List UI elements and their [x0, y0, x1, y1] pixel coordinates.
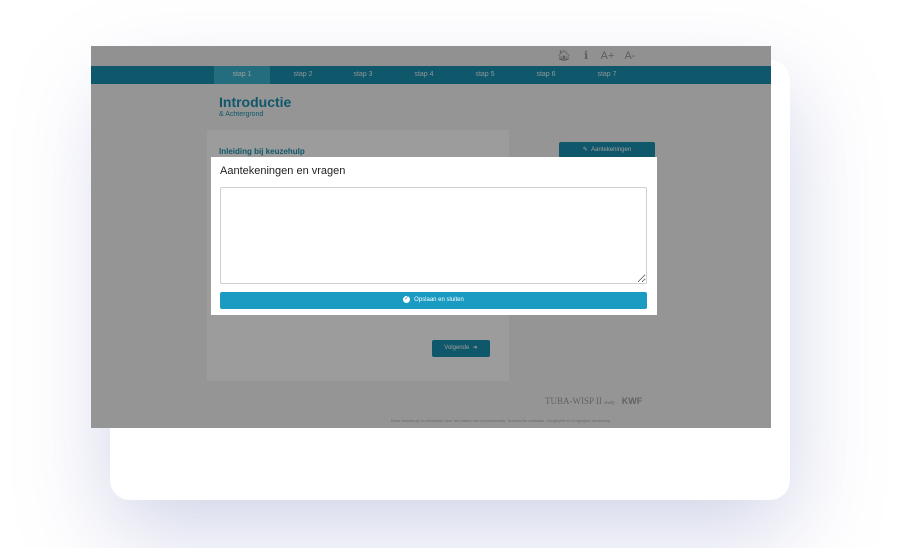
- modal-title: Aantekeningen en vragen: [220, 165, 346, 177]
- check-circle-icon: ✓: [403, 295, 411, 303]
- notes-modal: Aantekeningen en vragen ✓ Opslaan en slui…: [211, 157, 657, 315]
- save-and-close-button[interactable]: ✓ Opslaan en sluiten: [220, 292, 647, 309]
- save-button-label: Opslaan en sluiten: [414, 297, 464, 303]
- notes-textarea[interactable]: [220, 187, 647, 284]
